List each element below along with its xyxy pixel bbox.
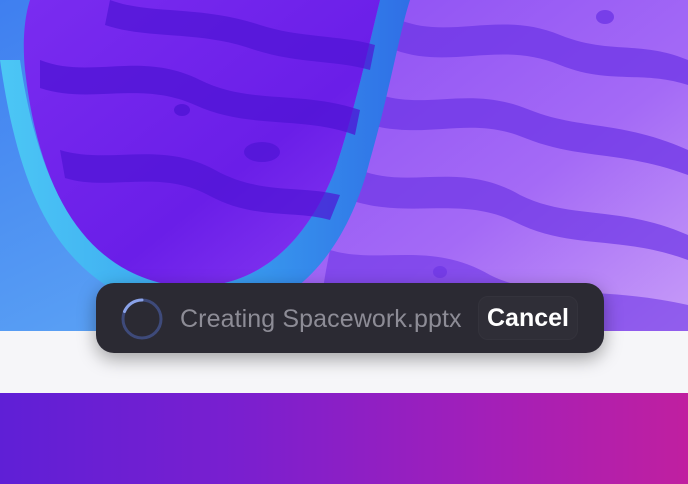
cancel-button[interactable]: Cancel [478,296,578,340]
gradient-band [0,393,688,484]
toast-status-text: Creating Spacework.pptx [180,305,462,333]
progress-toast: Creating Spacework.pptx Cancel [96,283,604,353]
loading-spinner-icon [120,297,164,341]
desktop-screen: Creating Spacework.pptx Cancel [0,0,688,484]
wallpaper-image [0,0,688,331]
